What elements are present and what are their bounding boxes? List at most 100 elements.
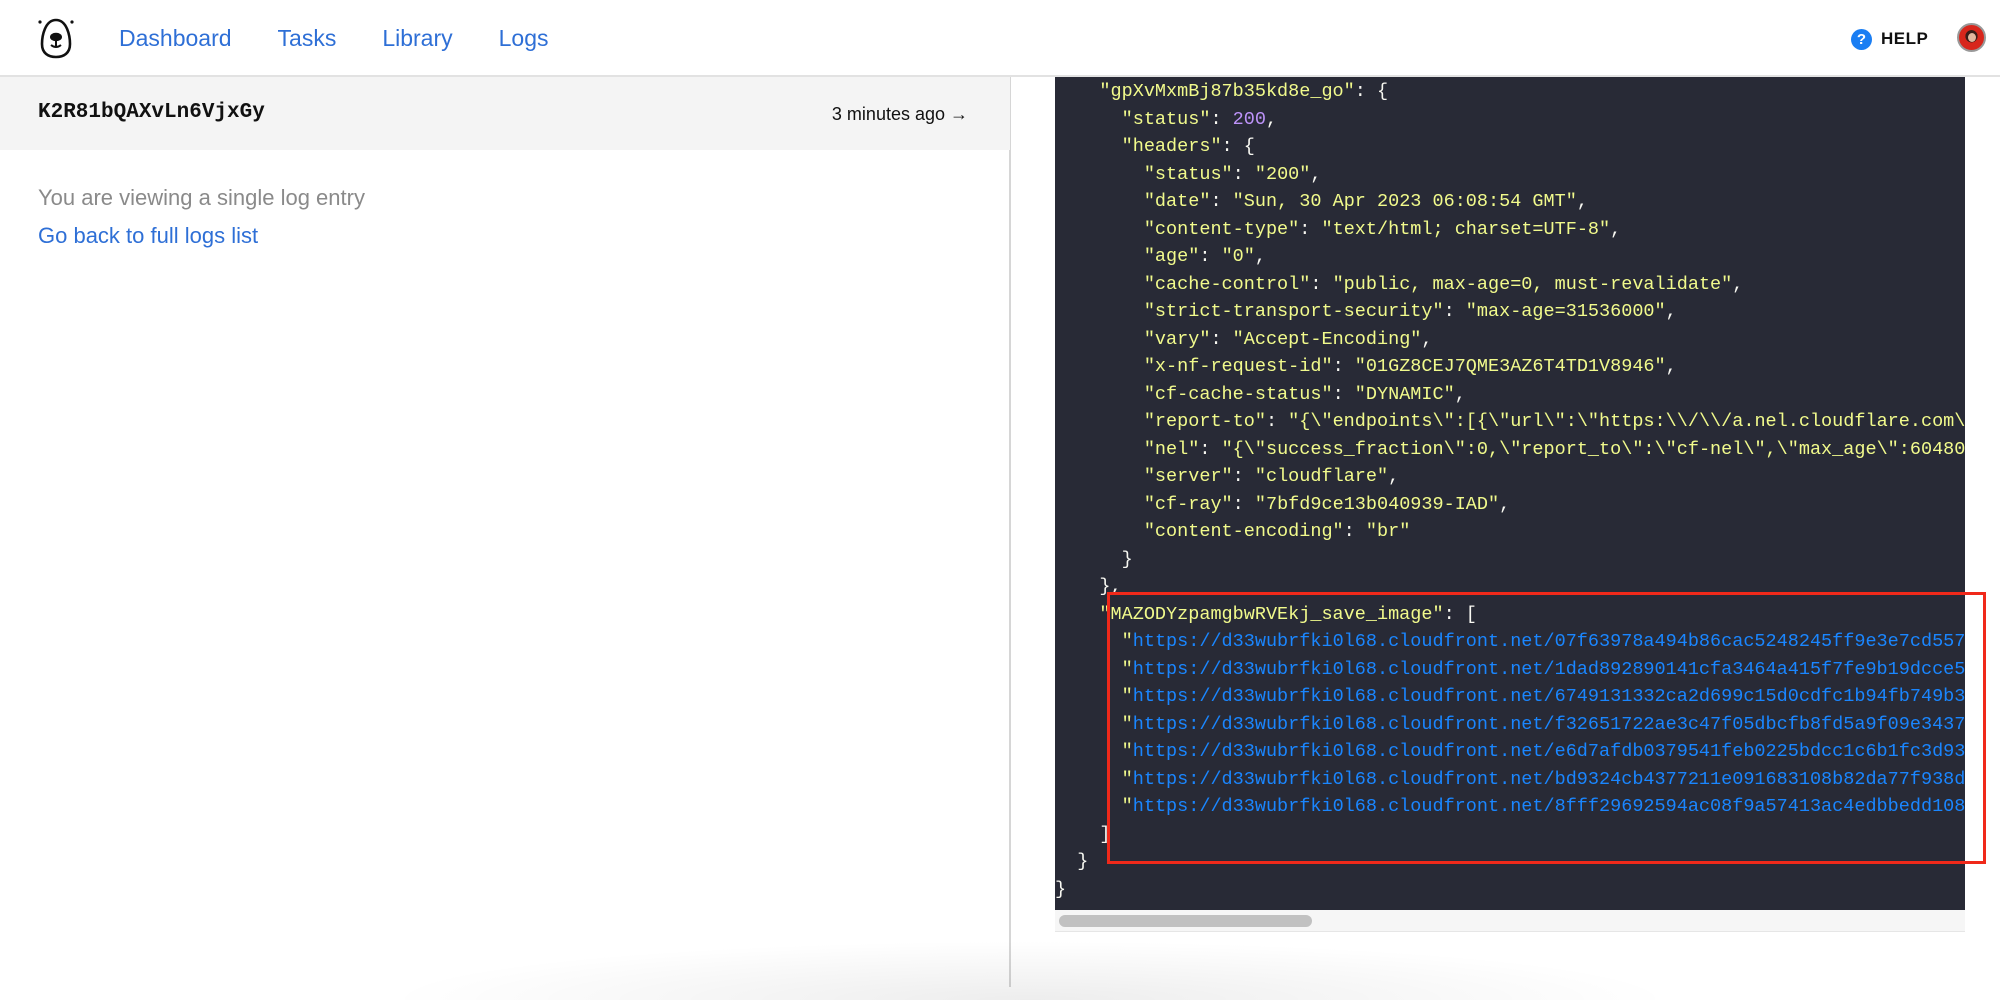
json-string: " [1121,768,1133,790]
json-punctuation: : { [1221,136,1255,157]
code-line: "strict-transport-security": "max-age=31… [1055,298,1965,326]
bottom-shadow [380,940,1680,1000]
json-key: "nel" [1143,438,1200,460]
code-line: "age": "0", [1055,243,1965,271]
json-string: "Sun, 30 Apr 2023 06:08:54 GMT" [1232,191,1577,212]
log-entry-time-link[interactable]: 3 minutes ago → [832,104,968,125]
json-string: " [1121,713,1133,735]
scrollbar-thumb[interactable] [1059,915,1312,927]
code-line: "date": "Sun, 30 Apr 2023 06:08:54 GMT", [1055,188,1965,216]
json-punctuation: : [1232,466,1255,487]
code-line: "MAZODYzpamgbwRVEkj_save_image": [ [1055,601,1965,629]
json-punctuation: , [1454,383,1466,405]
json-punctuation: : [1199,438,1222,460]
json-punctuation: , [1610,218,1622,240]
horizontal-scrollbar[interactable] [1055,910,1965,932]
help-button[interactable]: ? HELP [1851,25,1928,53]
top-navigation-bar: Dashboard Tasks Library Logs ? HELP [0,0,2000,77]
code-line: "server": "cloudflare", [1055,463,1965,491]
nav-logs[interactable]: Logs [499,25,549,52]
json-key: "cf-cache-status" [1143,383,1333,405]
code-line: "https://d33wubrfki0l68.cloudfront.net/b… [1055,766,1965,794]
json-punctuation: , [1665,356,1677,377]
json-punctuation: , [1388,466,1400,487]
back-to-logs-link[interactable]: Go back to full logs list [38,223,258,249]
help-label: HELP [1881,29,1929,48]
json-string: " [1121,796,1133,817]
code-line: ] [1055,821,1965,849]
code-line: "https://d33wubrfki0l68.cloudfront.net/0… [1055,628,1965,656]
json-key: "server" [1143,466,1233,487]
image-url-link[interactable]: https://d33wubrfki0l68.cloudfront.net/1d… [1133,659,1965,680]
json-key: "report-to" [1143,411,1266,432]
code-line: "nel": "{\"success_fraction\":0,\"report… [1055,436,1965,464]
json-key: "cf-ray" [1143,493,1233,515]
code-line: "https://d33wubrfki0l68.cloudfront.net/6… [1055,683,1965,711]
nav-dashboard[interactable]: Dashboard [119,25,232,52]
json-key: "strict-transport-security" [1143,301,1444,322]
code-line: "https://d33wubrfki0l68.cloudfront.net/8… [1055,793,1965,821]
single-entry-notice: You are viewing a single log entry [38,185,365,210]
image-url-link[interactable]: https://d33wubrfki0l68.cloudfront.net/07… [1133,631,1965,652]
json-punctuation: : [1232,493,1255,515]
code-line: "https://d33wubrfki0l68.cloudfront.net/f… [1055,711,1965,739]
json-code-viewer: "gpXvMxmBj87b35kd8e_go": { "status": 200… [1055,77,1965,910]
json-number: 200 [1232,108,1266,130]
image-url-link[interactable]: https://d33wubrfki0l68.cloudfront.net/bd… [1133,769,1965,790]
log-entry-id: K2R81bQAXvLn6VjxGy [38,101,265,124]
json-key: "date" [1143,191,1211,212]
json-string: "{\"success_fraction\":0,\"report_to\":\… [1221,438,1965,460]
json-string: "max-age=31536000" [1465,301,1666,322]
json-punctuation: : [1310,273,1333,295]
json-key: "gpXvMxmBj87b35kd8e_go" [1099,81,1355,102]
json-string: "0" [1221,246,1255,267]
code-line: "cf-ray": "7bfd9ce13b040939-IAD", [1055,491,1965,519]
json-punctuation: } [1077,851,1089,872]
code-line: "https://d33wubrfki0l68.cloudfront.net/e… [1055,738,1965,766]
json-punctuation: , [1310,163,1322,185]
nav-tasks[interactable]: Tasks [278,25,337,52]
json-punctuation: : [1299,218,1322,240]
json-punctuation: : [1265,411,1289,432]
json-key: "content-encoding" [1143,521,1344,542]
json-string: "DYNAMIC" [1354,383,1455,405]
code-line: "vary": "Accept-Encoding", [1055,326,1965,354]
json-key: "content-type" [1143,218,1300,240]
json-punctuation: , [1254,246,1266,267]
bear-logo-icon[interactable] [36,16,76,60]
code-line: "https://d33wubrfki0l68.cloudfront.net/1… [1055,656,1965,684]
image-url-link[interactable]: https://d33wubrfki0l68.cloudfront.net/8f… [1133,796,1965,817]
json-punctuation: , [1665,301,1677,322]
code-line: "report-to": "{\"endpoints\":[{\"url\":\… [1055,408,1965,436]
image-url-link[interactable]: https://d33wubrfki0l68.cloudfront.net/f3… [1133,714,1965,735]
code-line: } [1055,546,1965,574]
json-punctuation: : [1343,521,1366,542]
json-string: "br" [1365,521,1411,542]
image-url-link[interactable]: https://d33wubrfki0l68.cloudfront.net/67… [1133,686,1965,707]
json-punctuation: , [1576,191,1588,212]
user-avatar[interactable] [1957,23,1986,52]
code-line: } [1055,848,1965,876]
log-entry-header[interactable]: K2R81bQAXvLn6VjxGy 3 minutes ago → [0,77,1010,150]
code-line: "cf-cache-status": "DYNAMIC", [1055,381,1965,409]
json-string: "{\"endpoints\":[{\"url\":\"https:\\/\\/… [1288,411,1965,432]
json-punctuation: : { [1354,81,1389,102]
image-url-link[interactable]: https://d33wubrfki0l68.cloudfront.net/e6… [1133,741,1965,762]
json-string: " [1121,658,1133,680]
nav-library[interactable]: Library [382,25,452,52]
json-punctuation: : [1332,383,1355,405]
code-line: } [1055,876,1965,904]
